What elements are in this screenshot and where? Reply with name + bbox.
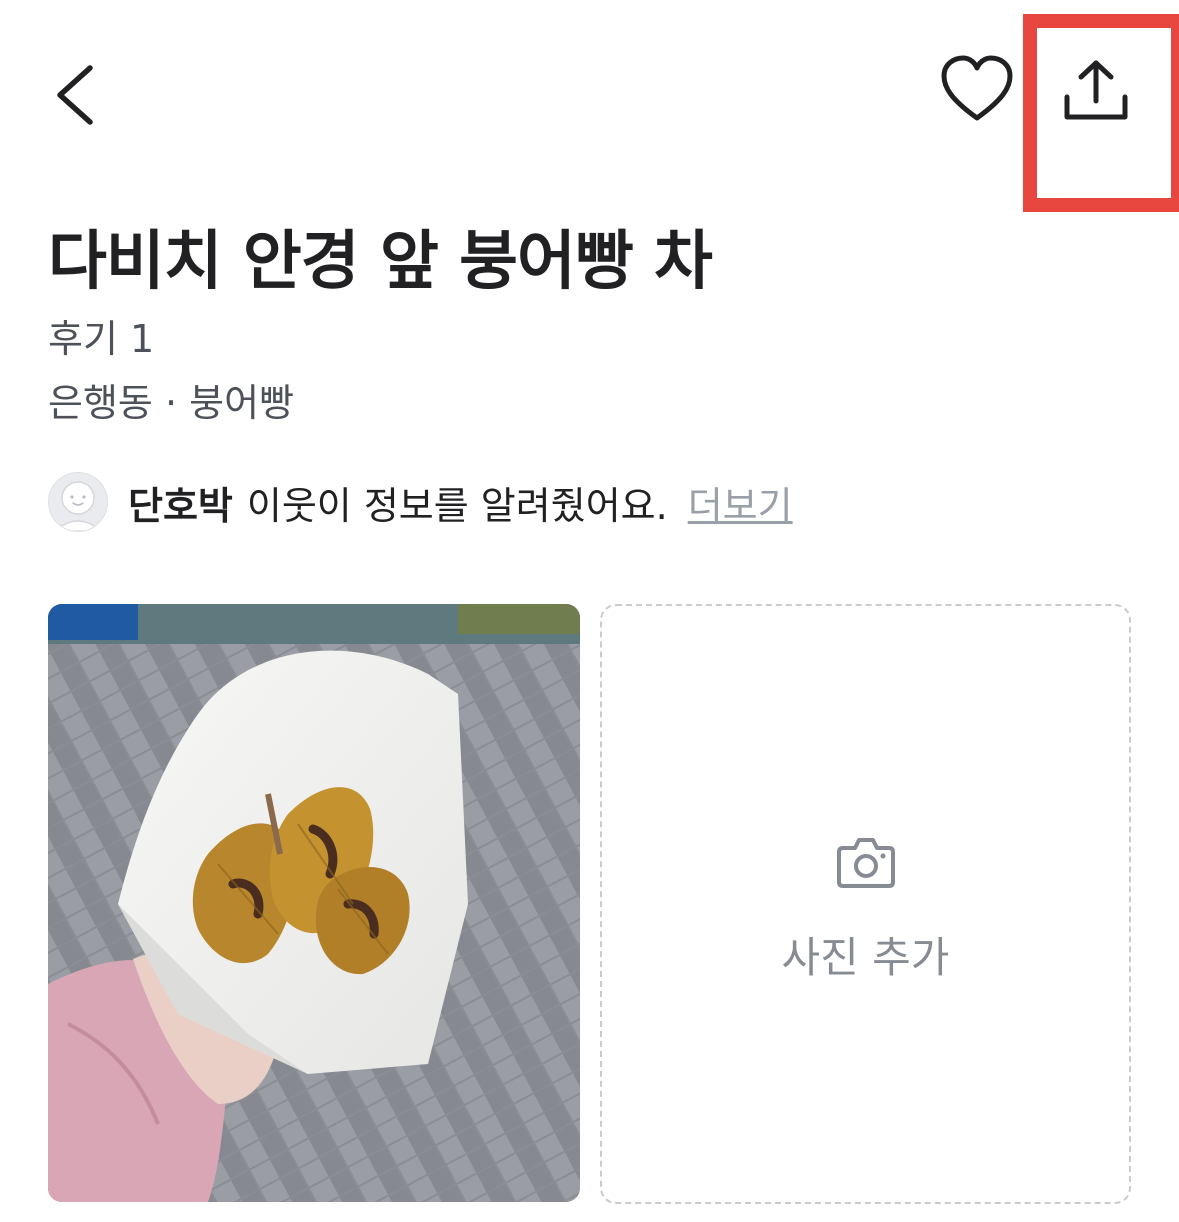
bungeoppang-photo-image — [48, 604, 580, 1202]
more-link[interactable]: 더보기 — [688, 475, 793, 530]
camera-icon — [837, 838, 895, 888]
store-title: 다비치 안경 앞 붕어빵 차 — [48, 225, 713, 299]
location-category: 은행동 · 붕어빵 — [48, 381, 294, 425]
heart-outline-icon — [941, 55, 1013, 121]
favorite-button[interactable] — [932, 50, 1022, 130]
add-photo-button[interactable]: 사진 추가 — [600, 604, 1131, 1204]
contributor-name[interactable]: 단호박 — [128, 475, 233, 530]
avatar[interactable] — [48, 472, 108, 532]
back-button[interactable] — [40, 50, 120, 140]
review-photo[interactable] — [48, 604, 580, 1202]
chevron-left-icon — [57, 65, 93, 125]
top-navigation-bar — [0, 0, 1179, 212]
review-count[interactable]: 후기 1 — [48, 308, 154, 363]
default-avatar-icon — [53, 481, 103, 531]
contributor-row: 단호박 이웃이 정보를 알려줬어요. 더보기 — [48, 470, 793, 534]
add-photo-label: 사진 추가 — [781, 933, 950, 982]
contributor-message: 이웃이 정보를 알려줬어요. — [246, 483, 668, 528]
share-upload-icon — [1064, 60, 1128, 120]
share-button[interactable] — [1051, 55, 1141, 135]
